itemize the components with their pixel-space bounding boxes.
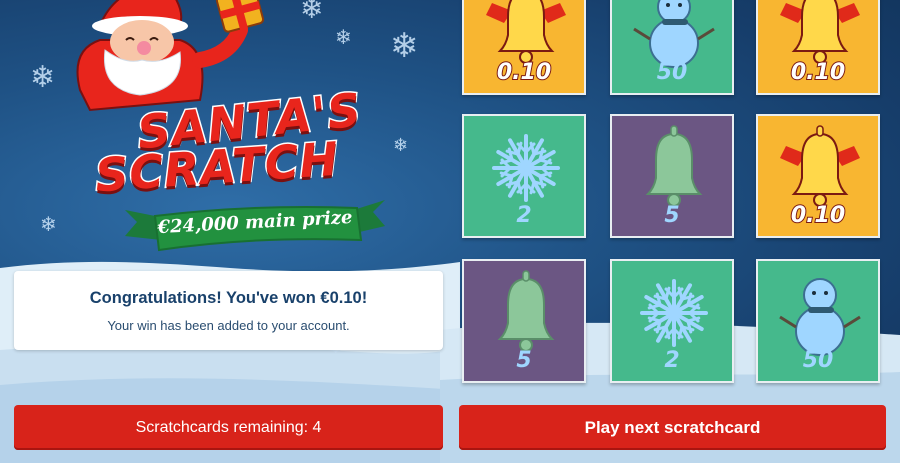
card-value: 5 bbox=[516, 348, 532, 373]
card-value: 0.10 bbox=[790, 202, 846, 229]
card-value: 50 bbox=[656, 60, 688, 85]
win-message-title: Congratulations! You've won €0.10! bbox=[89, 289, 368, 307]
scratch-card[interactable]: 0.10 bbox=[462, 0, 586, 95]
scratch-card[interactable]: 2 bbox=[610, 259, 734, 383]
snowflake-icon: ❄ bbox=[300, 0, 324, 24]
snowflake-icon: ❄ bbox=[40, 214, 57, 236]
win-message: Congratulations! You've won €0.10! Your … bbox=[14, 271, 443, 350]
snowflake-icon: ❄ bbox=[390, 27, 419, 65]
scratchcards-remaining: Scratchcards remaining: 4 bbox=[14, 405, 443, 450]
scratch-card[interactable]: 0.10 bbox=[756, 114, 880, 238]
scratch-card[interactable]: 50 bbox=[756, 259, 880, 383]
card-value: 50 bbox=[802, 348, 834, 373]
scratch-card[interactable]: 2 bbox=[462, 114, 586, 238]
play-next-button[interactable]: Play next scratchcard bbox=[459, 405, 886, 450]
card-value: 0.10 bbox=[790, 59, 846, 86]
scratch-card[interactable]: 0.10 bbox=[756, 0, 880, 95]
scratch-card[interactable]: 50 bbox=[610, 0, 734, 95]
snowflake-icon: ❄ bbox=[30, 61, 56, 94]
scratch-card[interactable]: 5 bbox=[610, 114, 734, 238]
win-message-subtitle: Your win has been added to your account. bbox=[107, 318, 350, 333]
card-value: 5 bbox=[664, 203, 680, 228]
snowflake-icon: ❄ bbox=[335, 27, 352, 49]
snowflake-icon: ❄ bbox=[393, 135, 409, 155]
game-logo: SANTA'S SCRATCH €24,000 main prize bbox=[85, 81, 385, 260]
card-value: 2 bbox=[516, 203, 532, 228]
card-value: 0.10 bbox=[496, 59, 552, 86]
scratch-card[interactable]: 5 bbox=[462, 259, 586, 383]
card-value: 2 bbox=[664, 348, 680, 373]
logo-line2: SCRATCH bbox=[92, 130, 342, 204]
